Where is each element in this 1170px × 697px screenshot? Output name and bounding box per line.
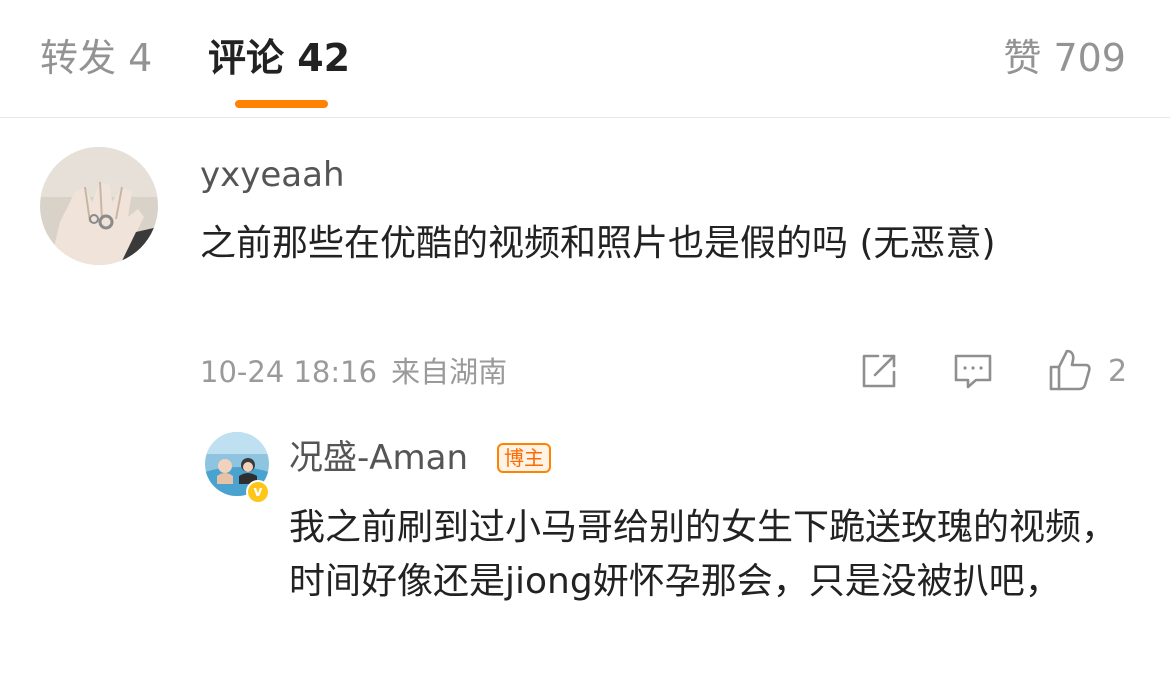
tab-reposts[interactable]: 转发 4 (40, 32, 152, 84)
tab-likes[interactable]: 赞 709 (1003, 32, 1126, 84)
comment-tabs-bar: 转发 4 评论 42 赞 709 (0, 0, 1170, 118)
verified-badge-icon: v (246, 480, 270, 504)
tab-comments[interactable]: 评论 42 (208, 32, 350, 84)
reply-icon[interactable] (952, 350, 994, 392)
comment-text: 之前那些在优酷的视频和照片也是假的吗 (无恶意) (200, 223, 996, 264)
like-count: 2 (1108, 354, 1128, 389)
comment-username[interactable]: yxyeaah (200, 155, 345, 195)
reply-username[interactable]: 况盛-Aman (289, 438, 468, 478)
comment-timestamp: 10-24 18:16 (200, 355, 378, 389)
share-icon[interactable] (858, 350, 900, 392)
like-icon[interactable] (1047, 347, 1093, 393)
comment-location: 来自湖南 (391, 355, 508, 389)
comment-meta: 10-24 18:16 来自湖南 (200, 352, 507, 392)
avatar[interactable] (40, 147, 158, 265)
active-tab-indicator (235, 100, 328, 108)
author-badge: 博主 (497, 443, 551, 473)
reply-text: 我之前刷到过小马哥给别的女生下跪送玫瑰的视频，时间好像还是jiong妍怀孕那会，… (289, 507, 1118, 602)
